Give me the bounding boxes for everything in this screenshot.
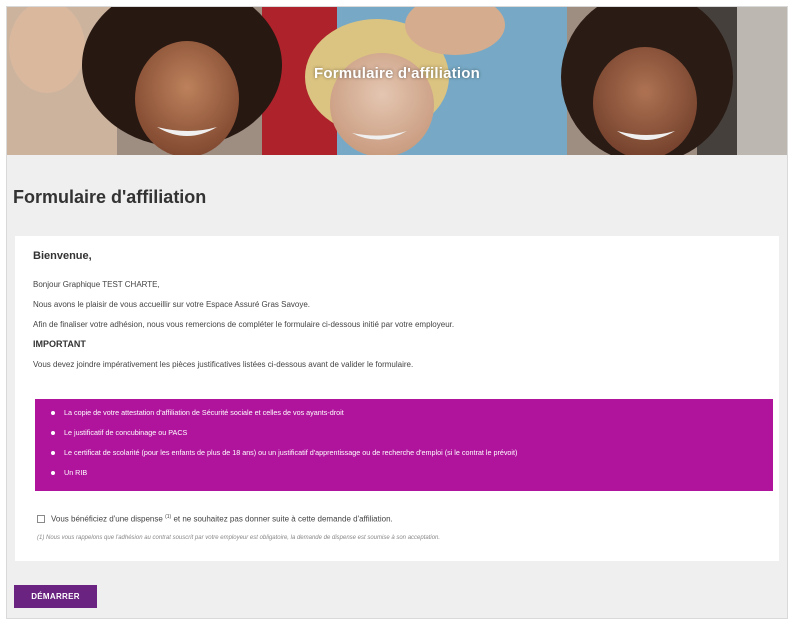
waiver-text-after: et ne souhaitez pas donner suite à cette… xyxy=(173,514,393,524)
document-item: Le certificat de scolarité (pour les enf… xyxy=(49,448,773,468)
document-item: Un RIB xyxy=(49,468,773,488)
intro-text: Nous avons le plaisir de vous accueillir… xyxy=(33,300,311,309)
start-button[interactable]: DÉMARRER xyxy=(14,585,97,608)
waiver-text-before: Vous bénéficiez d'une dispense xyxy=(51,514,163,524)
page-title: Formulaire d'affiliation xyxy=(13,187,207,207)
important-label: IMPORTANT xyxy=(33,339,86,349)
hero-banner: Formulaire d'affiliation xyxy=(7,7,787,155)
required-documents-box: La copie de votre attestation d'affiliat… xyxy=(35,399,773,491)
page-frame: Formulaire d'affiliation Formulaire d'af… xyxy=(6,6,788,619)
waiver-checkbox[interactable] xyxy=(37,515,45,523)
instructions-text: Afin de finaliser votre adhésion, nous v… xyxy=(33,320,455,329)
welcome-heading: Bienvenue, xyxy=(33,250,92,262)
waiver-footnote-marker: (1) xyxy=(165,514,172,521)
greeting-text: Bonjour Graphique TEST CHARTE, xyxy=(33,280,160,289)
required-documents-list: La copie de votre attestation d'affiliat… xyxy=(35,399,773,488)
waiver-footnote: (1) Nous vous rappelons que l'adhésion a… xyxy=(37,535,441,541)
document-item: La copie de votre attestation d'affiliat… xyxy=(49,408,773,428)
document-item: Le justificatif de concubinage ou PACS xyxy=(49,428,773,448)
documents-notice: Vous devez joindre impérativement les pi… xyxy=(33,360,414,369)
waiver-option[interactable]: Vous bénéficiez d'une dispense (1) et ne… xyxy=(37,513,393,525)
welcome-card: Bienvenue, Bonjour Graphique TEST CHARTE… xyxy=(15,236,779,561)
waiver-label: Vous bénéficiez d'une dispense (1) et ne… xyxy=(51,514,393,524)
banner-title: Formulaire d'affiliation xyxy=(314,65,480,82)
